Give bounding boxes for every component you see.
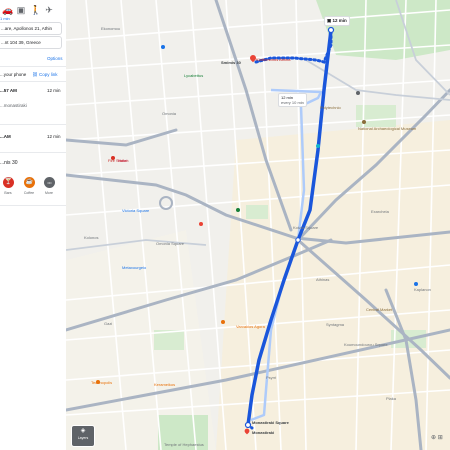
poi-marker-icon[interactable]	[362, 120, 366, 124]
map-place-label[interactable]: Central Market	[366, 307, 392, 312]
origin-field[interactable]: ...are, Apollonos 21, Athin	[0, 22, 62, 35]
transit-icon[interactable]: ▣	[16, 4, 26, 16]
map-place-label[interactable]: National Archaeological Museum	[358, 126, 416, 131]
map-canvas[interactable]: Ekonomou Klafthmonos Athina Lycabettus Nati…	[66, 0, 450, 450]
duration-text: 12 min	[332, 18, 347, 23]
poi-marker-icon[interactable]	[236, 208, 240, 212]
map-place-label[interactable]: Syntagma	[326, 322, 344, 327]
map-place-label[interactable]: Victoria Square	[122, 208, 149, 213]
map-place-label[interactable]: Koumoundourou Square	[344, 342, 388, 347]
map-place-label[interactable]: Psyrri	[266, 375, 276, 380]
map-place-label[interactable]: Kaplanon	[414, 287, 431, 292]
map-base	[66, 0, 450, 450]
map-place-label[interactable]: Omonia Square	[156, 241, 184, 246]
map-place-label[interactable]: Athinas	[316, 277, 329, 282]
map-place-label[interactable]: Temple of Hephaestus	[164, 442, 204, 447]
divider	[0, 124, 66, 125]
map-place-label[interactable]: Lycabettus	[184, 73, 203, 78]
layers-icon: ◈	[80, 428, 86, 434]
divider	[0, 152, 66, 153]
route-duration: 12 min	[47, 88, 61, 93]
copy-link-button[interactable]: ⛓ Copy link	[32, 72, 57, 78]
poi-marker-icon[interactable]	[199, 222, 203, 226]
poi-marker-icon[interactable]	[414, 282, 418, 286]
route-time: ...AM	[0, 134, 11, 139]
travel-modes: 🚗 1 min ▣ 🚶 ✈	[0, 4, 66, 21]
map-place-label[interactable]: Polytechnio	[320, 105, 341, 110]
nearby-label: Bars	[4, 191, 12, 195]
map-place-label[interactable]: Metaxourgeio	[122, 265, 146, 270]
origin-label[interactable]: Monastiraki	[252, 430, 274, 435]
more-icon: •••	[44, 177, 55, 188]
directions-panel: 🚗 1 min ▣ 🚶 ✈ ...are, Apollonos 21, Athi…	[0, 0, 67, 450]
route-note: ...monastiraki	[0, 103, 27, 108]
map-controls[interactable]: ⊕ ⊞	[431, 434, 443, 441]
zoom-icon[interactable]: ⊞	[438, 435, 443, 441]
map-place-label[interactable]: Ekonomou	[101, 26, 120, 31]
nearby-title: ...nis 30	[0, 160, 18, 166]
poi-marker-icon[interactable]	[161, 45, 165, 49]
map-place-label[interactable]: Plaka	[386, 396, 396, 401]
copy-link-label: Copy link	[38, 72, 58, 77]
map-place-label[interactable]: Kerameikos	[154, 382, 175, 387]
options-link[interactable]: Options	[47, 56, 63, 61]
car-mode-label: 1 min	[0, 16, 10, 21]
transit-icon: ▣	[327, 18, 332, 23]
send-to-phone-link[interactable]: ...your phone	[0, 72, 26, 77]
route-time: ...57 AM	[0, 88, 17, 93]
map-place-label[interactable]: Kolonos	[84, 235, 98, 240]
bars-icon: 🍸	[3, 177, 14, 188]
map-place-label[interactable]: Technopolis	[91, 380, 112, 385]
divider	[0, 205, 66, 206]
divider	[0, 81, 66, 82]
coffee-icon: ☕	[24, 177, 35, 188]
map-place-label[interactable]: Exarcheia	[371, 209, 389, 214]
layers-button[interactable]: ◈ Layers	[71, 425, 95, 447]
nearby-label: More	[45, 191, 53, 195]
route-duration-badge[interactable]: ▣ 12 min	[324, 16, 350, 26]
map-place-label[interactable]: Gazi	[104, 321, 112, 326]
divider	[0, 66, 66, 67]
destination-label[interactable]: Smimis 30	[221, 60, 241, 65]
alt-route-frequency: every 10 min	[281, 100, 304, 105]
origin-stop-label[interactable]: Monastiraki Square	[252, 420, 289, 425]
route-duration: 12 min	[47, 134, 61, 139]
bike-icon[interactable]: ✈	[44, 4, 54, 16]
map-place-label[interactable]: Klafthmonos Athina	[256, 57, 290, 62]
globe-icon[interactable]: ⊕	[431, 435, 436, 441]
map-place-label[interactable]: Omonia	[162, 111, 176, 116]
layers-label: Layers	[77, 436, 89, 440]
poi-marker-icon[interactable]	[356, 91, 360, 95]
poi-marker-icon[interactable]	[221, 320, 225, 324]
destination-field[interactable]: ...nt 104 39, Greece	[0, 36, 62, 49]
car-icon[interactable]: 🚗	[2, 4, 13, 16]
alt-route-badge[interactable]: 12 min every 10 min	[278, 93, 307, 107]
map-place-label[interactable]: Fire Station	[108, 158, 128, 163]
nearby-label: Coffee	[23, 191, 35, 195]
map-place-label[interactable]: Varvakios Agora	[236, 324, 265, 329]
poi-marker-icon[interactable]	[316, 144, 320, 148]
map-place-label[interactable]: Kotzia Square	[293, 225, 318, 230]
walk-icon[interactable]: 🚶	[30, 4, 41, 16]
